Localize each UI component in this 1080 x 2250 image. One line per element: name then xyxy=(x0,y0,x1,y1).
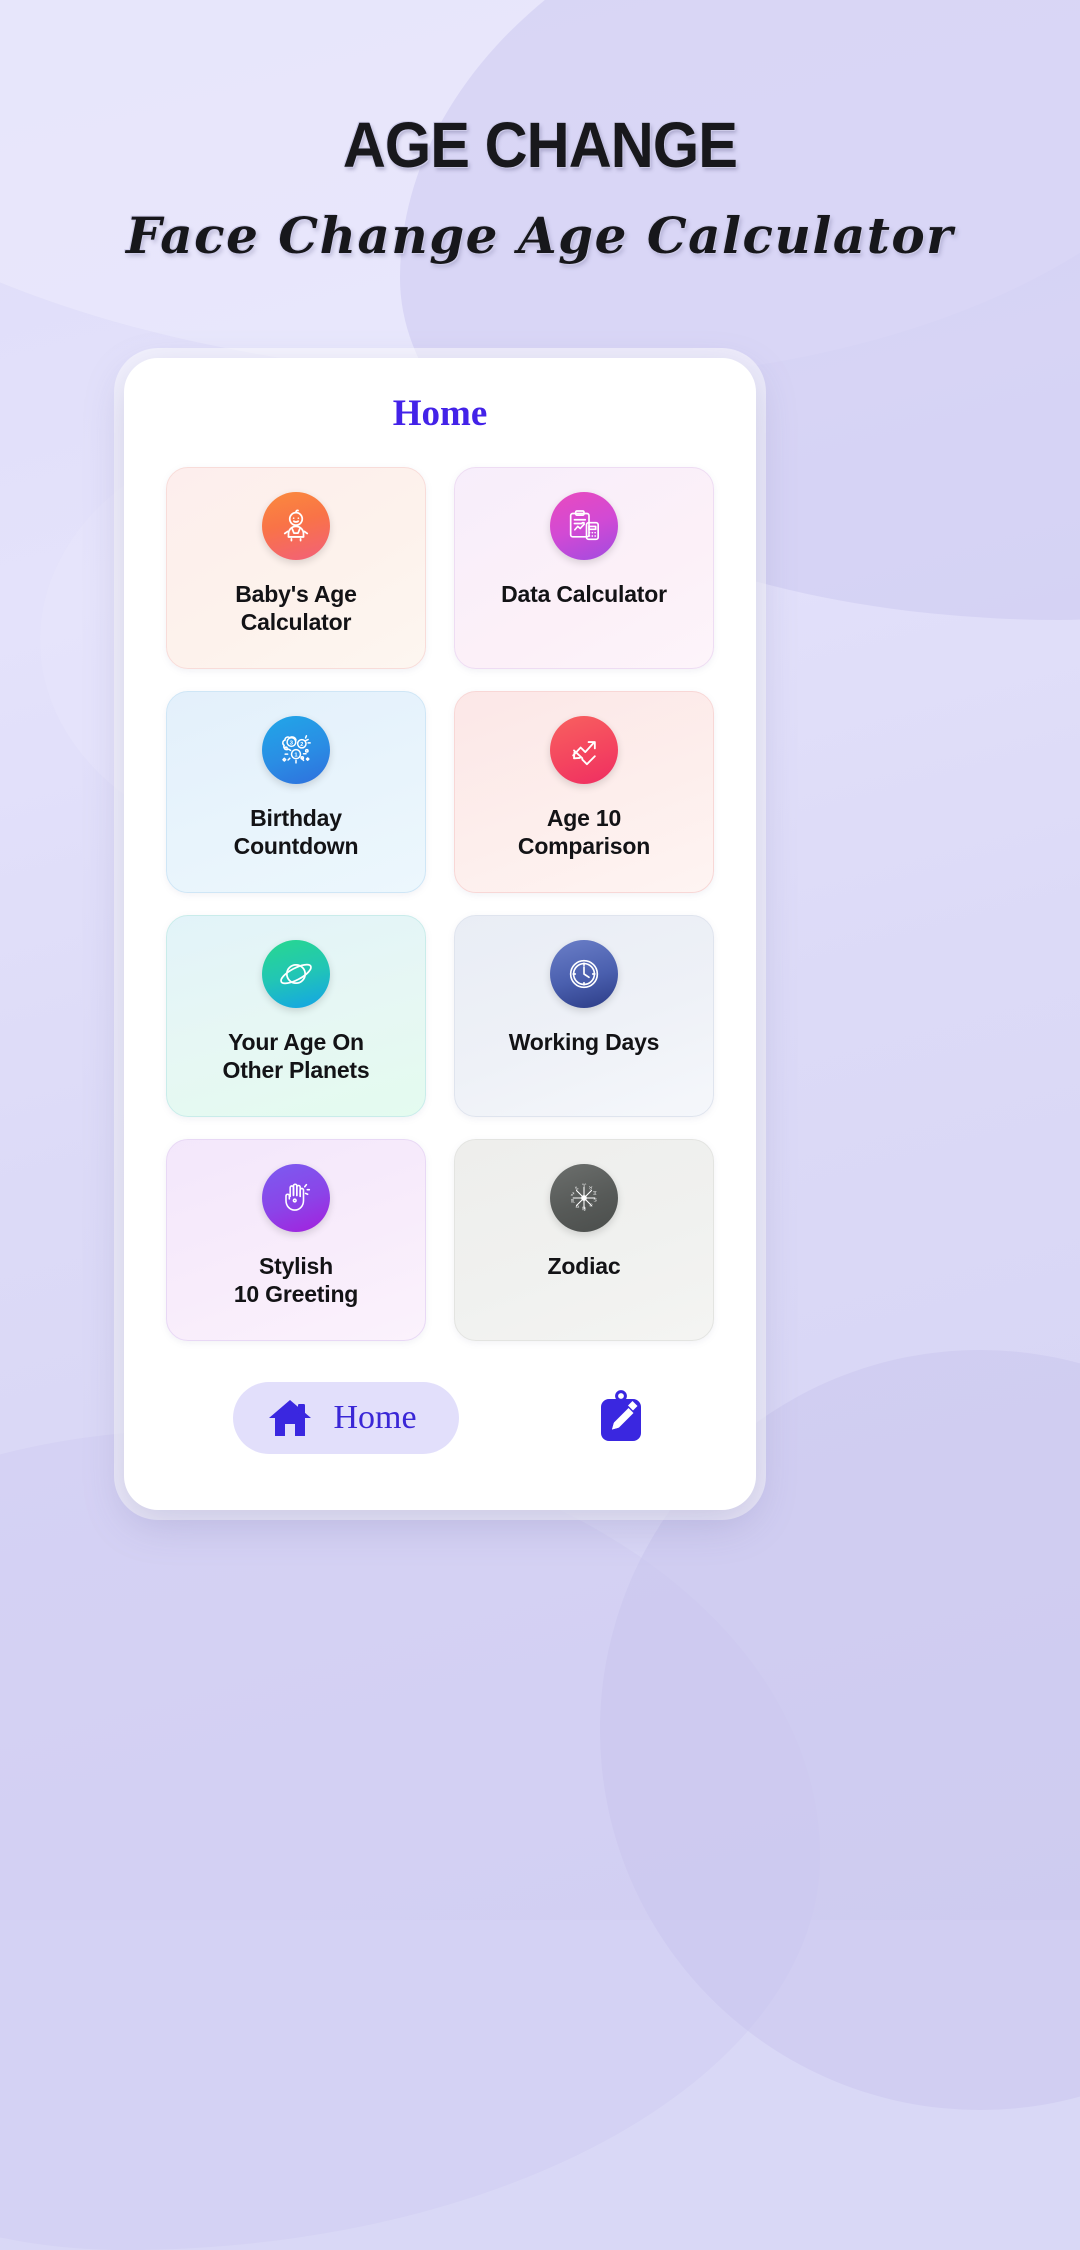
clipboard-pencil-icon xyxy=(595,1390,647,1446)
tile-label: Baby's Age Calculator xyxy=(235,581,357,636)
svg-text:♊: ♊ xyxy=(593,1191,597,1197)
feature-grid: Baby's Age Calculator Data Calculator 3 … xyxy=(124,435,756,1341)
trending-arrows-icon xyxy=(550,716,618,784)
tile-zodiac[interactable]: ♈ ♉ ♊ ♋ ♌ ♍ ♎ ♏ ♐ ♑ Zodiac xyxy=(454,1139,714,1341)
countdown-burst-icon: 3 2 1 xyxy=(262,716,330,784)
svg-text:♏: ♏ xyxy=(571,1199,575,1205)
clipboard-calculator-icon xyxy=(550,492,618,560)
svg-text:♍: ♍ xyxy=(582,1206,586,1212)
tile-label: Your Age On Other Planets xyxy=(222,1029,370,1084)
svg-text:♈: ♈ xyxy=(582,1183,587,1189)
app-subtitle: Face Change Age Calculator xyxy=(125,206,955,265)
tile-label: Data Calculator xyxy=(501,581,667,607)
page-title: Home xyxy=(392,393,488,434)
tile-label: Birthday Countdown xyxy=(233,805,359,860)
house-icon xyxy=(267,1396,313,1440)
baby-icon xyxy=(262,492,330,560)
tile-stylish-10-greeting[interactable]: Stylish 10 Greeting xyxy=(166,1139,426,1341)
tile-age-on-other-planets[interactable]: Your Age On Other Planets xyxy=(166,915,426,1117)
nav-item-notes[interactable] xyxy=(595,1390,647,1446)
svg-text:2: 2 xyxy=(300,742,303,748)
zodiac-wheel-icon: ♈ ♉ ♊ ♋ ♌ ♍ ♎ ♏ ♐ ♑ xyxy=(550,1164,618,1232)
page-header: AGE CHANGE Face Change Age Calculator xyxy=(0,0,1080,265)
svg-text:♐: ♐ xyxy=(570,1192,574,1198)
tile-label: Age 10 Comparison xyxy=(517,805,651,860)
tile-age-10-comparison[interactable]: Age 10 Comparison xyxy=(454,691,714,893)
svg-text:♋: ♋ xyxy=(593,1198,597,1203)
saturn-planet-icon xyxy=(262,940,330,1008)
tile-working-days[interactable]: Working Days xyxy=(454,915,714,1117)
greeting-hands-icon xyxy=(262,1164,330,1232)
svg-text:♎: ♎ xyxy=(575,1205,579,1210)
tile-label: Zodiac xyxy=(547,1253,621,1279)
phone-screen-panel: Home Baby's Age Calculator Data Calculat… xyxy=(124,358,756,1510)
tile-data-calculator[interactable]: Data Calculator xyxy=(454,467,714,669)
tile-birthday-countdown[interactable]: 3 2 1 Birthday Countdown xyxy=(166,691,426,893)
bottom-navigation: Home xyxy=(124,1382,756,1454)
app-title: AGE CHANGE xyxy=(342,109,738,181)
nav-item-label: Home xyxy=(333,1399,417,1436)
tile-babys-age-calculator[interactable]: Baby's Age Calculator xyxy=(166,467,426,669)
nav-item-home[interactable]: Home xyxy=(233,1382,459,1454)
svg-text:♑: ♑ xyxy=(574,1186,578,1192)
clock-icon xyxy=(550,940,618,1008)
svg-text:♌: ♌ xyxy=(589,1203,593,1209)
svg-text:♉: ♉ xyxy=(589,1185,593,1191)
tile-label: Stylish 10 Greeting xyxy=(233,1253,359,1308)
tile-label: Working Days xyxy=(508,1029,660,1055)
